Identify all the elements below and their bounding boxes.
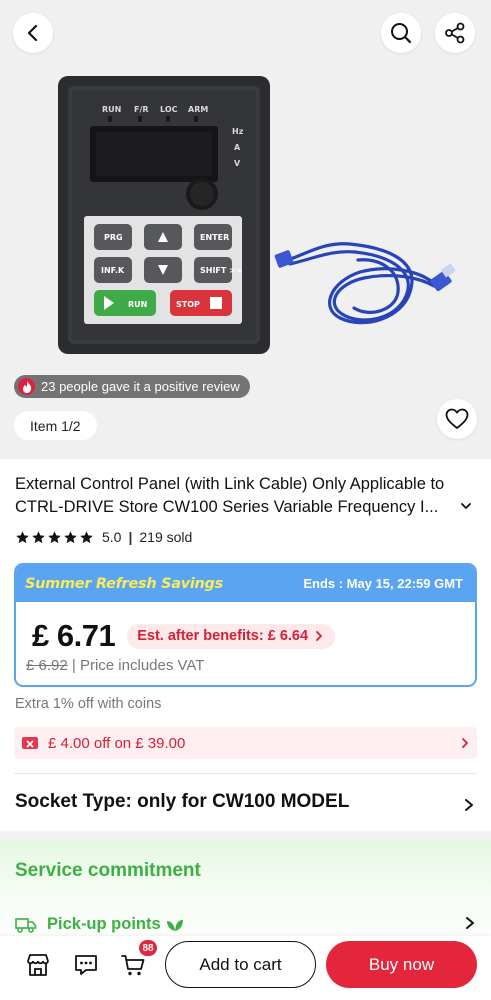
chevron-right-icon — [462, 738, 468, 748]
star-icon — [48, 530, 61, 543]
led-label: F/R — [134, 105, 149, 114]
star-rating — [15, 530, 94, 545]
key-label: ENTER — [200, 233, 229, 242]
store-icon[interactable] — [25, 952, 51, 978]
unit-label: Hz — [232, 127, 244, 136]
positive-review-badge: 23 people gave it a positive review — [14, 375, 250, 398]
sold-count: 219 sold — [139, 529, 193, 545]
add-to-cart-button[interactable]: Add to cart — [165, 941, 316, 988]
service-title: Service commitment — [15, 860, 201, 881]
share-icon — [445, 22, 465, 44]
star-icon — [80, 530, 93, 543]
led-label: RUN — [102, 105, 121, 114]
key-label: SHIFT >> — [200, 266, 243, 275]
coins-discount-note: Extra 1% off with coins — [15, 696, 162, 712]
led-label: LOC — [160, 105, 178, 114]
flame-icon — [18, 378, 35, 395]
pickup-points-label: Pick-up points — [47, 915, 161, 933]
product-image-control-panel: RUN F/R LOC ARM Hz A V PRG ENTER INF.K S… — [58, 76, 270, 354]
promo-header: Summer Refresh Savings Ends : May 15, 22… — [16, 565, 475, 602]
review-badge-text: 23 people gave it a positive review — [41, 379, 240, 394]
current-price: £ 6.71 — [32, 618, 116, 653]
coupon-icon — [22, 737, 38, 749]
product-gallery[interactable]: RUN F/R LOC ARM Hz A V PRG ENTER INF.K S… — [0, 0, 491, 459]
leaf-icon — [166, 919, 183, 931]
product-image-cable — [274, 242, 456, 325]
chevron-right-icon — [316, 631, 322, 641]
product-title[interactable]: External Control Panel (with Link Cable)… — [15, 473, 463, 519]
key-label: INF.K — [101, 266, 125, 275]
promo-box[interactable]: Summer Refresh Savings Ends : May 15, 22… — [14, 563, 477, 687]
key-label: PRG — [104, 233, 123, 242]
cart-count-badge: 88 — [139, 940, 157, 956]
section-gap — [0, 831, 491, 840]
rating-row[interactable]: 5.0 | 219 sold — [15, 529, 192, 545]
original-price: £ 6.92 — [26, 657, 68, 674]
socket-type-selector[interactable]: Socket Type: only for CW100 MODEL — [15, 791, 349, 813]
share-button[interactable] — [435, 13, 475, 53]
chevron-right-icon[interactable] — [464, 915, 476, 931]
price-row: £ 6.71 Est. after benefits: £ 6.64 — [32, 618, 336, 654]
heart-icon — [445, 408, 469, 429]
key-label: RUN — [128, 300, 147, 309]
coupon-text: £ 4.00 off on £ 39.00 — [48, 734, 186, 752]
back-button[interactable] — [13, 13, 53, 53]
promo-end-time: Ends : May 15, 22:59 GMT — [303, 576, 463, 591]
estimated-price-text: Est. after benefits: £ 6.64 — [137, 628, 309, 644]
key-label: STOP — [176, 300, 200, 309]
pickup-points-row[interactable]: Pick-up points — [15, 915, 184, 934]
bottom-action-bar: 88 Add to cart Buy now — [0, 936, 491, 1000]
coupon-row[interactable]: £ 4.00 off on £ 39.00 — [14, 727, 477, 759]
separator: | — [71, 657, 80, 674]
original-price-row: £ 6.92 | Price includes VAT — [26, 657, 204, 674]
cart-icon[interactable] — [120, 952, 146, 978]
separator: | — [128, 529, 133, 545]
chat-icon[interactable] — [73, 952, 99, 978]
buy-now-button[interactable]: Buy now — [326, 941, 477, 988]
star-icon — [32, 530, 45, 543]
rating-value: 5.0 — [102, 529, 122, 545]
unit-label: V — [234, 159, 241, 168]
search-button[interactable] — [381, 13, 421, 53]
promo-title: Summer Refresh Savings — [25, 575, 223, 592]
chevron-left-icon — [27, 24, 38, 42]
star-icon — [16, 530, 29, 543]
search-icon — [391, 23, 412, 44]
divider — [14, 773, 477, 774]
vat-note: Price includes VAT — [79, 657, 205, 674]
image-counter: Item 1/2 — [14, 411, 97, 440]
estimated-price-pill[interactable]: Est. after benefits: £ 6.64 — [127, 623, 336, 649]
wishlist-button[interactable] — [437, 399, 477, 439]
chevron-right-icon[interactable] — [463, 797, 475, 813]
chevron-down-icon[interactable] — [459, 499, 473, 513]
led-label: ARM — [188, 105, 208, 114]
unit-label: A — [234, 143, 241, 152]
truck-icon — [15, 917, 37, 933]
star-icon — [64, 530, 77, 543]
